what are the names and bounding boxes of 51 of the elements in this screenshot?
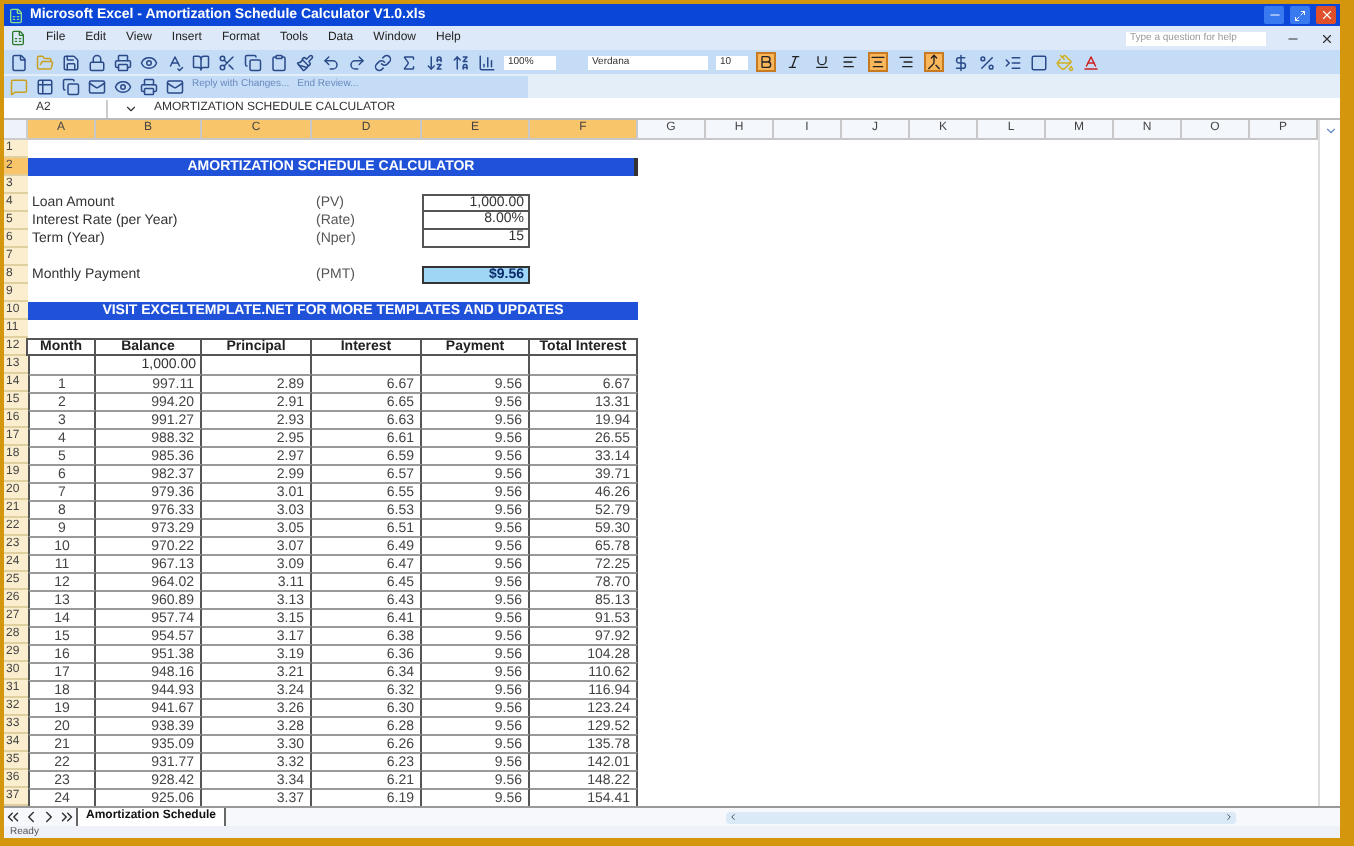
dropdown-icon[interactable]: [124, 101, 138, 115]
font-color-icon[interactable]: [1082, 53, 1100, 71]
underline-button[interactable]: [812, 52, 832, 72]
align-left-button[interactable]: [840, 52, 860, 72]
sigma-icon[interactable]: [400, 53, 418, 71]
lock-icon[interactable]: [88, 53, 106, 71]
scroll-right-icon[interactable]: [1224, 812, 1235, 822]
undo-icon[interactable]: [322, 53, 340, 71]
maximize-button[interactable]: [1290, 6, 1310, 24]
mail-icon[interactable]: [166, 77, 184, 95]
spreadsheet-icon[interactable]: [10, 30, 26, 46]
currency-icon[interactable]: [952, 53, 970, 71]
sort-descending-icon[interactable]: [452, 53, 470, 71]
clipboard-icon[interactable]: [270, 53, 288, 71]
align-merge-button[interactable]: [924, 52, 944, 72]
chart-icon[interactable]: [478, 53, 496, 71]
close-icon: [1319, 8, 1333, 22]
copy-icon[interactable]: [62, 77, 80, 95]
link-icon[interactable]: [374, 53, 392, 71]
bold-button[interactable]: [756, 52, 776, 72]
new-file-icon[interactable]: [10, 53, 28, 71]
align-right-button[interactable]: [896, 52, 916, 72]
sheet-icon[interactable]: [36, 77, 54, 95]
paintbrush-icon[interactable]: [296, 53, 314, 71]
next-sheet-icon[interactable]: [40, 808, 58, 826]
scissors-icon[interactable]: [218, 53, 236, 71]
first-sheet-icon[interactable]: [4, 808, 22, 826]
last-sheet-icon[interactable]: [58, 808, 76, 826]
close-icon[interactable]: [1320, 31, 1334, 45]
spreadsheet-icon: [8, 7, 24, 23]
redo-icon[interactable]: [348, 53, 366, 71]
horizontal-scrollbar[interactable]: [726, 811, 1237, 823]
previous-sheet-icon[interactable]: [22, 808, 40, 826]
save-icon[interactable]: [62, 53, 80, 71]
italic-button[interactable]: [784, 52, 804, 72]
copy-icon[interactable]: [244, 53, 262, 71]
preview-icon[interactable]: [140, 53, 158, 71]
preview-icon[interactable]: [114, 77, 132, 95]
printer-icon[interactable]: [140, 77, 158, 95]
sort-ascending-icon[interactable]: [426, 53, 444, 71]
indent-icon[interactable]: [1004, 53, 1022, 71]
borders-icon[interactable]: [1030, 53, 1048, 71]
percent-icon[interactable]: [978, 53, 996, 71]
scroll-left-icon[interactable]: [728, 812, 739, 822]
close-button[interactable]: [1316, 6, 1336, 24]
printer-icon[interactable]: [114, 53, 132, 71]
spelling-icon[interactable]: [166, 53, 184, 71]
fill-color-icon[interactable]: [1056, 53, 1074, 71]
book-icon[interactable]: [192, 53, 210, 71]
mail-icon[interactable]: [88, 77, 106, 95]
align-center-button[interactable]: [868, 52, 888, 72]
